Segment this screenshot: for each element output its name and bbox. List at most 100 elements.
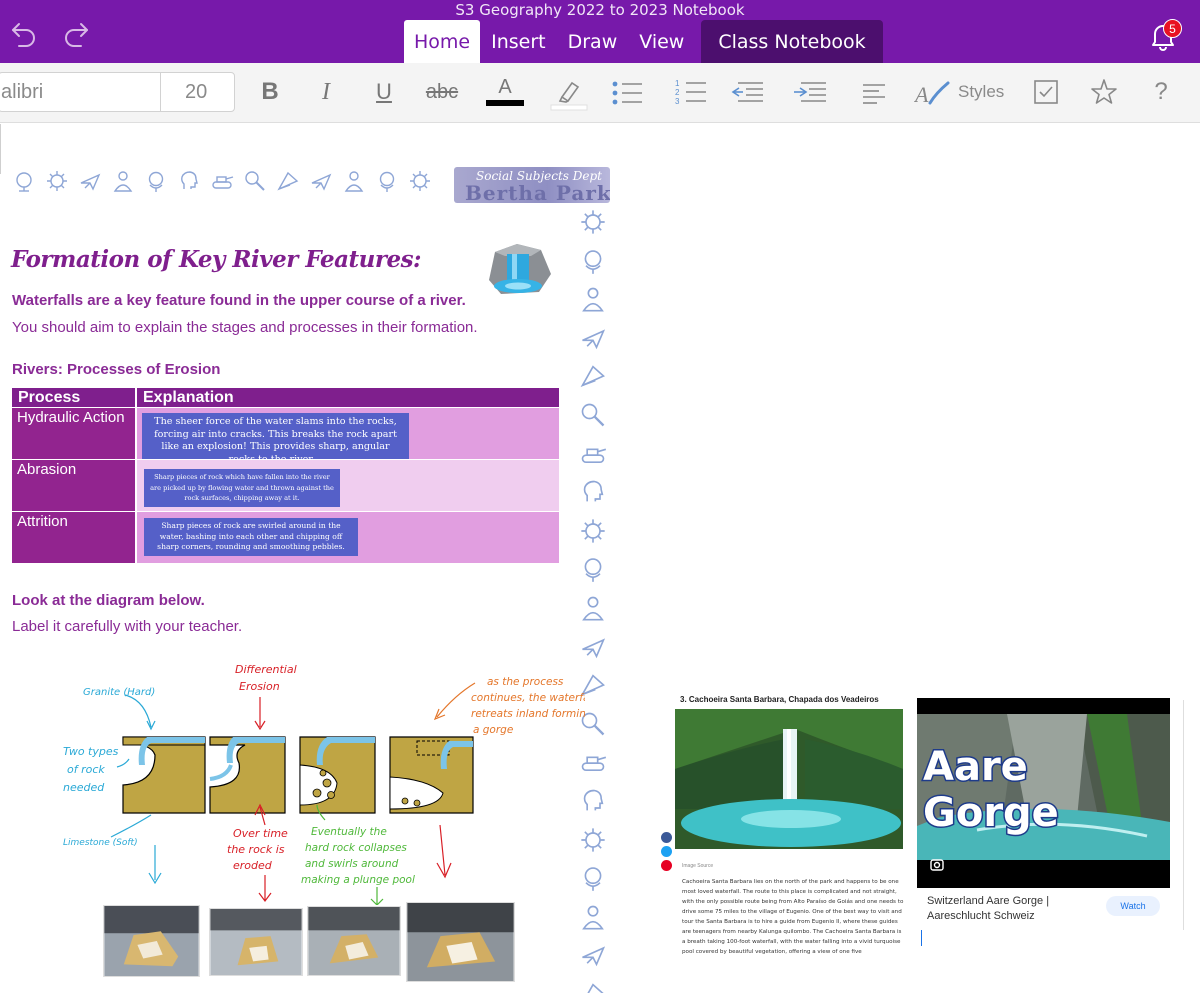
- star-icon: [1091, 79, 1117, 104]
- label-two-types-2: of rock: [67, 763, 105, 776]
- bullet-list-icon: [612, 81, 642, 105]
- aare-gorge-video-thumbnail[interactable]: Aare Gorge: [917, 698, 1170, 888]
- undo-icon[interactable]: [10, 20, 38, 48]
- model-photo-4[interactable]: [406, 902, 515, 982]
- highlight-button[interactable]: [550, 75, 588, 111]
- label-two-types-1: Two types: [63, 745, 119, 758]
- label-eventually-3: and swirls around: [305, 858, 399, 870]
- explanation-textbox: The sheer force of the water slams into …: [142, 413, 409, 465]
- process-cell[interactable]: Hydraulic Action: [12, 408, 135, 459]
- outdent-icon: [731, 82, 763, 102]
- process-cell[interactable]: Abrasion: [12, 460, 135, 511]
- person-icon: [344, 171, 364, 192]
- font-color-button[interactable]: A: [486, 75, 524, 111]
- model-photo-3[interactable]: [307, 906, 401, 976]
- increase-indent-button[interactable]: [793, 75, 827, 111]
- favorite-tag-button[interactable]: [1090, 75, 1118, 111]
- label-overtime-1: Over time: [233, 827, 288, 840]
- facebook-share-icon[interactable]: [661, 832, 672, 843]
- label-overtime-3: eroded: [233, 859, 273, 872]
- diagram-prompt-bold[interactable]: Look at the diagram below.: [12, 592, 205, 609]
- tab-draw[interactable]: Draw: [557, 20, 629, 63]
- explanation-textbox: Sharp pieces of rock are swirled around …: [144, 518, 358, 556]
- font-name-field[interactable]: alibri: [1, 81, 43, 104]
- diagram-prompt-text[interactable]: Label it carefully with your teacher.: [12, 618, 242, 635]
- tab-view[interactable]: View: [628, 20, 695, 63]
- tab-home[interactable]: Home: [404, 20, 481, 63]
- strikethrough-button[interactable]: abc: [424, 75, 460, 111]
- person-icon: [582, 287, 604, 312]
- label-granite: Granite (Hard): [83, 687, 155, 698]
- intro-text[interactable]: You should aim to explain the stages and…: [12, 319, 478, 336]
- styles-button[interactable]: A Styles: [914, 75, 1008, 111]
- font-picker[interactable]: alibri 20: [0, 72, 235, 112]
- underline-button[interactable]: U: [372, 75, 396, 111]
- intro-bold-text[interactable]: Waterfalls are a key feature found in th…: [12, 292, 466, 309]
- web-clipping-santa-barbara[interactable]: 3. Cachoeira Santa Barbara, Chapada dos …: [657, 690, 913, 993]
- twitter-share-icon[interactable]: [661, 846, 672, 857]
- italic-button[interactable]: I: [316, 75, 336, 111]
- waterfall-illustration: [489, 244, 551, 294]
- tab-insert[interactable]: Insert: [480, 20, 557, 63]
- flag-icon: [587, 983, 604, 993]
- font-color-swatch: [486, 100, 524, 106]
- tab-class-notebook[interactable]: Class Notebook: [701, 20, 883, 63]
- section-title[interactable]: Rivers: Processes of Erosion: [12, 361, 220, 378]
- globe-stand-icon: [148, 171, 164, 192]
- page-gutter-line: [0, 124, 3, 174]
- label-overtime-2: the rock is: [227, 843, 285, 856]
- title-bar: S3 Geography 2022 to 2023 Notebook Home …: [0, 0, 1200, 63]
- model-photo-2[interactable]: [209, 908, 303, 976]
- pinterest-share-icon[interactable]: [661, 860, 672, 871]
- redo-icon[interactable]: [62, 20, 90, 48]
- stage-1-block: [122, 736, 206, 814]
- globe-icon: [16, 172, 32, 192]
- flag-icon: [580, 365, 605, 388]
- plane-icon: [582, 946, 606, 967]
- stage-2-block: [209, 736, 286, 814]
- table-header-explanation: Explanation: [137, 388, 559, 407]
- ribbon-tabs: Home Insert Draw View Class Notebook: [404, 20, 883, 63]
- department-banner: Social Subjects Dept Bertha Park: [454, 167, 610, 203]
- model-photo-1[interactable]: [103, 905, 200, 977]
- font-divider: [160, 73, 161, 111]
- label-erosion: Erosion: [239, 680, 280, 693]
- bullet-list-button[interactable]: [610, 75, 644, 111]
- virus-icon: [47, 171, 67, 191]
- svg-text:3: 3: [675, 97, 680, 106]
- explanation-cell[interactable]: Sharp pieces of rock are swirled around …: [137, 512, 559, 563]
- text-cursor: [921, 930, 922, 946]
- clipping-divider: [1183, 700, 1184, 930]
- waterfall-formation-diagram[interactable]: Granite (Hard) Differential Erosion as t…: [55, 655, 585, 905]
- page-heading[interactable]: Formation of Key River Features:: [11, 246, 422, 273]
- font-size-field[interactable]: 20: [185, 81, 207, 104]
- decrease-indent-button[interactable]: [730, 75, 764, 111]
- align-button[interactable]: [861, 75, 887, 111]
- svg-text:A: A: [914, 82, 929, 107]
- globe-stand-icon: [584, 249, 602, 274]
- bold-button[interactable]: B: [258, 75, 282, 111]
- notification-badge: 5: [1163, 19, 1182, 38]
- web-clipping-aare-gorge[interactable]: Aare Gorge Switzerland Aare Gorge | Aare…: [917, 698, 1170, 940]
- clipping-title: 3. Cachoeira Santa Barbara, Chapada dos …: [680, 695, 879, 704]
- virus-icon: [581, 519, 605, 543]
- tank-icon: [212, 176, 234, 189]
- explanation-cell[interactable]: Sharp pieces of rock which have fallen i…: [137, 460, 559, 511]
- help-button[interactable]: ?: [1150, 75, 1172, 111]
- clipping-body-text: Cachoeira Santa Barbara lies on the nort…: [682, 879, 904, 955]
- numbered-list-icon: 1 2 3: [675, 79, 706, 106]
- explanation-cell[interactable]: The sheer force of the water slams into …: [137, 408, 559, 465]
- svg-text:1: 1: [675, 79, 680, 88]
- thumbnail-title-line-1: Aare: [923, 744, 1028, 790]
- font-color-letter: A: [498, 76, 512, 98]
- todo-tag-button[interactable]: [1033, 75, 1059, 111]
- process-cell[interactable]: Attrition: [12, 512, 135, 563]
- person-icon: [582, 596, 604, 621]
- table-header-process: Process: [12, 388, 135, 407]
- magnifier-icon: [581, 403, 605, 427]
- plane-icon: [80, 173, 101, 191]
- numbered-list-button[interactable]: 1 2 3: [674, 75, 708, 111]
- thumbnail-title-line-2: Gorge: [923, 790, 1059, 836]
- watch-button[interactable]: Watch: [1106, 896, 1160, 916]
- styles-icon: A: [914, 81, 950, 107]
